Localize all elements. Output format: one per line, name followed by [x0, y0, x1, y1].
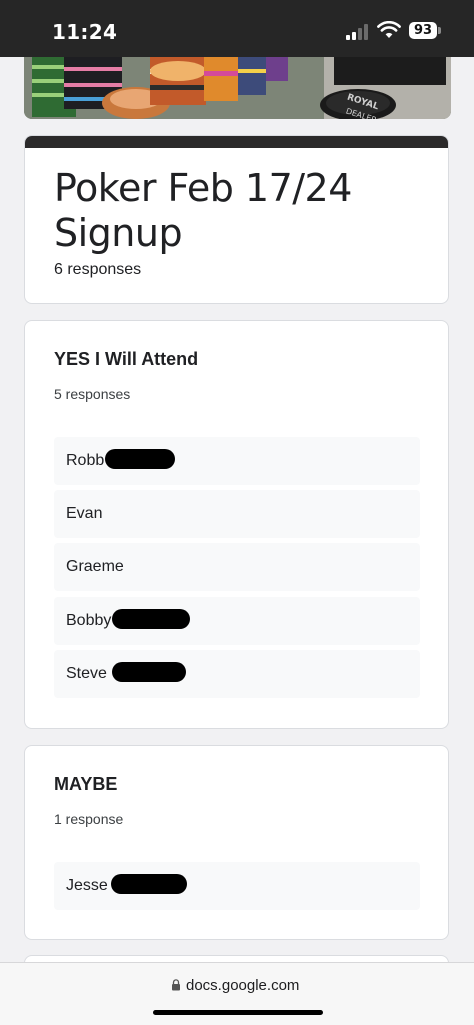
question-response-count: 5 responses [54, 386, 131, 402]
answer-row: Graeme [54, 543, 420, 591]
form-title: Poker Feb 17/24 Signup [54, 166, 352, 255]
url-text[interactable]: docs.google.com [186, 977, 299, 994]
answer-text: Evan [66, 505, 103, 522]
answer-text: Steve [66, 665, 107, 682]
question-response-count: 1 response [54, 811, 124, 827]
answer-text: Bobby [66, 612, 112, 629]
question-card-maybe: MAYBE 1 response Jesse [24, 745, 449, 940]
status-bar: 11:24 93 [0, 0, 474, 57]
answer-row: Robb [54, 437, 420, 485]
question-title: MAYBE [54, 774, 118, 794]
question-title: YES I Will Attend [54, 349, 199, 369]
battery-icon: 93 [409, 22, 437, 39]
answer-row: Evan [54, 490, 420, 538]
question-card-attend: YES I Will Attend 5 responses Robb Evan … [24, 320, 449, 729]
answer-text: Graeme [66, 558, 124, 575]
redaction-mark [110, 873, 187, 894]
header-image: ROYAL DEALER [24, 57, 451, 119]
signal-icon [346, 24, 370, 40]
redaction-mark [111, 661, 186, 682]
redaction-mark [105, 448, 176, 469]
wifi-icon [377, 21, 401, 38]
answer-row: Steve [54, 650, 420, 698]
home-indicator[interactable] [153, 1010, 323, 1015]
browser-url-bar[interactable]: docs.google.com [0, 962, 474, 1025]
lock-icon [172, 979, 180, 991]
header-band [25, 136, 448, 148]
response-count: 6 responses [54, 261, 142, 278]
answer-text: Jesse [66, 877, 108, 894]
form-header-card: Poker Feb 17/24 Signup 6 responses [24, 135, 449, 304]
answer-text: Robb [66, 452, 105, 469]
battery-cap [438, 27, 441, 34]
answer-row: Jesse [54, 862, 420, 910]
answer-row: Bobby [54, 597, 420, 645]
status-time: 11:24 [52, 20, 118, 44]
redaction-mark [112, 608, 191, 629]
